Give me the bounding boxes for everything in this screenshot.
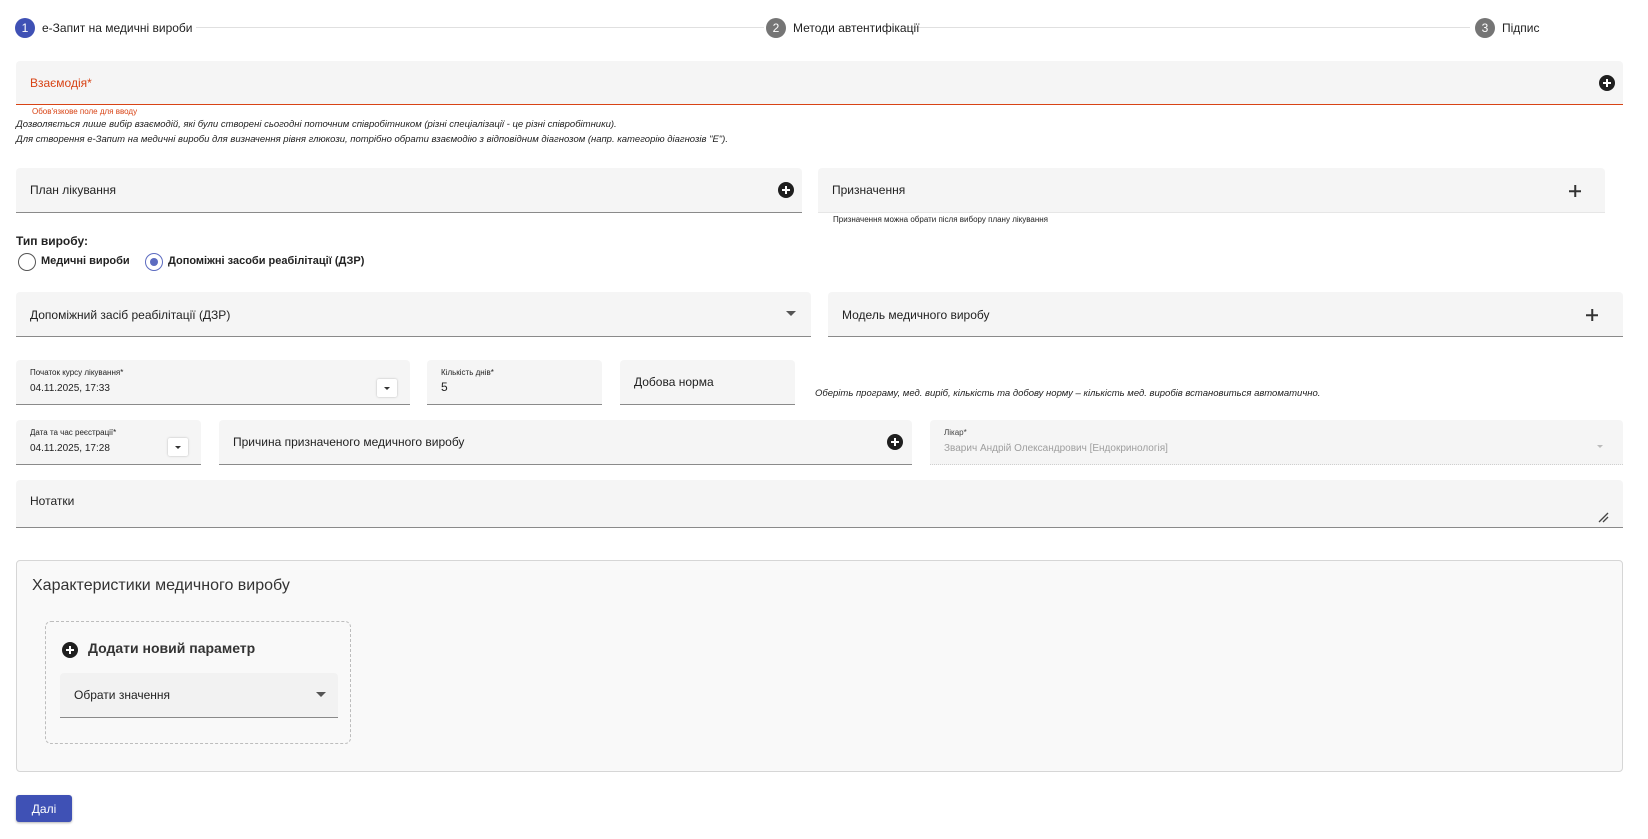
product-type-label: Тип виробу:: [16, 234, 89, 248]
step-3[interactable]: 3 Підпис: [1475, 18, 1540, 38]
auto-quantity-note: Оберіть програму, мед. виріб, кількість …: [815, 388, 1321, 399]
rehab-device-label: Допоміжний засіб реабілітації (ДЗР): [30, 308, 231, 322]
days-count-label: Кількість днів*: [441, 368, 494, 377]
add-circle-icon[interactable]: [887, 434, 903, 450]
date-picker-button[interactable]: [168, 438, 188, 456]
days-count-value: 5: [441, 380, 448, 394]
characteristics-title: Характеристики медичного виробу: [32, 577, 290, 594]
notes-textarea[interactable]: Нотатки: [16, 480, 1623, 528]
radio-rehab-aids[interactable]: [145, 253, 163, 271]
daily-norm-field[interactable]: Добова норма: [620, 360, 795, 405]
doctor-field: Лікар* Зварич Андрій Олександрович [Ендо…: [930, 420, 1623, 465]
interaction-note-2: Для створення е-Запит на медичні вироби …: [16, 134, 728, 145]
course-start-value: 04.11.2025, 17:33: [30, 383, 110, 394]
chevron-down-icon: [384, 387, 390, 390]
characteristics-card: Характеристики медичного виробу Додати н…: [16, 560, 1623, 772]
add-parameter-title[interactable]: Додати новий параметр: [88, 640, 255, 656]
step-2[interactable]: 2 Методи автентифікації: [766, 18, 919, 38]
plus-icon[interactable]: [1569, 185, 1581, 197]
interaction-field[interactable]: Взаємодія*: [16, 61, 1623, 105]
add-circle-icon[interactable]: [62, 642, 78, 658]
step-number: 1: [15, 18, 35, 38]
doctor-label: Лікар*: [944, 428, 967, 437]
prescription-helper: Призначення можна обрати після вибору пл…: [833, 215, 1049, 224]
course-start-label: Початок курсу лікування*: [30, 368, 124, 377]
course-start-field[interactable]: Початок курсу лікування* 04.11.2025, 17:…: [16, 360, 410, 405]
reason-field[interactable]: Причина призначеного медичного виробу: [219, 420, 912, 465]
device-model-field[interactable]: Модель медичного виробу: [828, 292, 1623, 337]
add-parameter-box: Додати новий параметр Обрати значення: [45, 621, 351, 744]
step-number: 3: [1475, 18, 1495, 38]
date-picker-button[interactable]: [377, 379, 397, 397]
prescription-label: Призначення: [832, 183, 906, 197]
interaction-error: Обов'язкове поле для вводу: [32, 107, 138, 116]
plus-icon[interactable]: [1586, 309, 1598, 321]
prescription-field[interactable]: Призначення: [818, 168, 1605, 213]
value-select-placeholder: Обрати значення: [74, 688, 171, 702]
interaction-label: Взаємодія*: [30, 76, 92, 90]
stepper-connector: [196, 27, 764, 28]
treatment-plan-field[interactable]: План лікування: [16, 168, 802, 213]
registration-field[interactable]: Дата та час реєстрації* 04.11.2025, 17:2…: [16, 420, 201, 465]
add-circle-icon[interactable]: [778, 182, 794, 198]
radio-medical-devices[interactable]: [18, 253, 36, 271]
chevron-down-icon: [1597, 445, 1603, 448]
chevron-down-icon: [175, 446, 181, 449]
registration-label: Дата та час реєстрації*: [30, 428, 117, 437]
step-1[interactable]: 1 е-Запит на медичні вироби: [15, 18, 193, 38]
rehab-device-select[interactable]: Допоміжний засіб реабілітації (ДЗР): [16, 292, 811, 337]
resize-handle-icon[interactable]: [1597, 511, 1609, 523]
treatment-plan-label: План лікування: [30, 183, 116, 197]
daily-norm-label: Добова норма: [634, 375, 714, 389]
step-number: 2: [766, 18, 786, 38]
doctor-value: Зварич Андрій Олександрович [Ендокриноло…: [944, 443, 1168, 454]
chevron-down-icon[interactable]: [786, 311, 796, 316]
chevron-down-icon: [316, 692, 326, 697]
reason-label: Причина призначеного медичного виробу: [233, 435, 465, 449]
days-count-field[interactable]: Кількість днів* 5: [427, 360, 602, 405]
step-label: е-Запит на медичні вироби: [42, 21, 193, 35]
notes-label: Нотатки: [30, 494, 75, 508]
step-label: Методи автентифікації: [793, 21, 920, 35]
interaction-note-1: Дозволяється лише вибір взаємодій, які б…: [16, 119, 617, 130]
step-label: Підпис: [1502, 21, 1540, 35]
registration-value: 04.11.2025, 17:28: [30, 443, 110, 454]
add-circle-icon[interactable]: [1599, 75, 1615, 91]
radio-medical-devices-label[interactable]: Медичні вироби: [41, 255, 130, 267]
stepper-connector: [906, 27, 1470, 28]
radio-rehab-aids-label[interactable]: Допоміжні засоби реабілітації (ДЗР): [168, 255, 364, 267]
device-model-label: Модель медичного виробу: [842, 308, 990, 322]
next-button[interactable]: Далі: [16, 795, 72, 822]
value-select[interactable]: Обрати значення: [60, 673, 338, 718]
